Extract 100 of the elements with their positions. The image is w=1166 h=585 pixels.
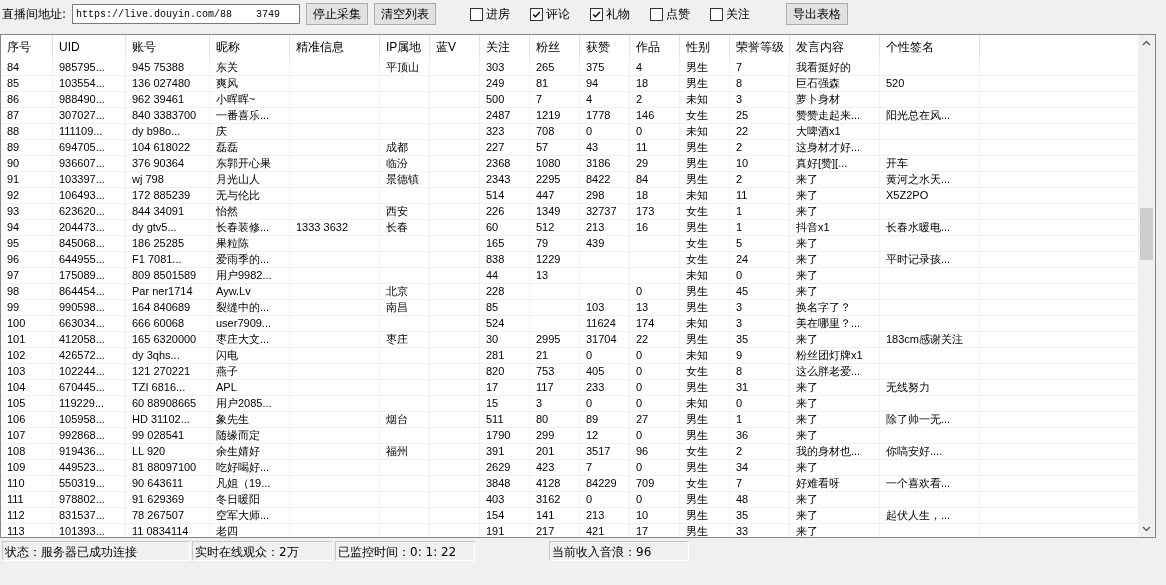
table-cell-text: 庆 xyxy=(215,124,228,139)
toolbar-button[interactable]: 清空列表 xyxy=(374,3,437,25)
table-cell-text: 7 xyxy=(585,460,594,475)
table-cell-text: 女生 xyxy=(685,476,709,491)
table-cell-text: 男生 xyxy=(685,300,709,315)
table-cell-text: 121 270221 xyxy=(131,364,192,379)
table-cell-text: 闪电 xyxy=(215,348,239,363)
table-cell-text: 426572... xyxy=(58,348,106,363)
table-cell-text: 来了 xyxy=(795,172,819,187)
checkbox[interactable] xyxy=(710,7,724,21)
table-cell-text: 141 xyxy=(535,508,556,523)
table-cell-text: 107 xyxy=(6,428,27,443)
column-header[interactable]: 账号 xyxy=(126,35,210,60)
table-cell-text: 623620... xyxy=(58,204,106,219)
table-cell-text: 511 xyxy=(485,412,505,427)
column-header[interactable]: 蓝V xyxy=(430,35,480,60)
checkbox-label: 评论 xyxy=(546,5,571,23)
table-cell-text: 439 xyxy=(585,236,606,251)
toolbar-button[interactable]: 停止采集 xyxy=(306,3,369,25)
table-cell-text: 男生 xyxy=(685,460,709,475)
table-cell-text: 91 629369 xyxy=(131,492,185,507)
table-cell-text: 长春装修... xyxy=(215,220,271,235)
table-cell-text: 2629 xyxy=(485,460,512,475)
table-cell-text: 136 027480 xyxy=(131,76,192,91)
table-cell-text: 709 xyxy=(635,476,656,491)
column-header[interactable]: 发言内容 xyxy=(790,35,880,60)
checkbox[interactable] xyxy=(530,7,544,21)
checkbox[interactable] xyxy=(470,7,484,21)
table-cell-text: 男生 xyxy=(685,428,709,443)
table-cell-text: 1229 xyxy=(535,252,562,267)
table-cell-text: 666 60068 xyxy=(131,316,185,331)
table-cell-text: 2295 xyxy=(535,172,562,187)
table-cell-text: 来了 xyxy=(795,284,819,299)
table-cell-text: 来了 xyxy=(795,508,819,523)
table-cell-text: 福州 xyxy=(385,444,409,459)
table-cell-text: 186 25285 xyxy=(131,236,185,251)
column-header[interactable]: 性别 xyxy=(680,35,730,60)
table-cell-text: 35 xyxy=(735,332,750,347)
column-header[interactable]: 获赞 xyxy=(580,35,630,60)
table-cell-text: 213 xyxy=(585,220,606,235)
table-cell-text: 余生婧好 xyxy=(215,444,261,459)
table-cell-text: 165 6320000 xyxy=(131,332,198,347)
table-cell-text: 萝卜身材 xyxy=(795,92,841,107)
table-cell-text: 31 xyxy=(735,380,750,395)
table-cell-text: 106 xyxy=(6,412,27,427)
table-cell-text: 213 xyxy=(585,508,606,523)
table-cell-text: 35 xyxy=(735,508,750,523)
column-header[interactable]: 序号 xyxy=(1,35,53,60)
table-cell-text: 60 88908665 xyxy=(131,396,198,411)
column-header[interactable]: UID xyxy=(53,35,126,60)
table-cell-text: 男生 xyxy=(685,524,709,537)
column-header[interactable]: 荣誉等级 xyxy=(730,35,790,60)
table-cell-text: 来了 xyxy=(795,524,819,537)
vertical-scrollbar[interactable] xyxy=(1138,35,1155,537)
table-cell-text: 男生 xyxy=(685,412,709,427)
table-cell-text: 1333 3632 xyxy=(295,220,349,235)
scroll-thumb[interactable] xyxy=(1140,208,1153,260)
checkbox[interactable] xyxy=(590,7,604,21)
table-cell-text: 东关 xyxy=(215,60,239,75)
column-header[interactable]: IP属地 xyxy=(380,35,430,60)
table-cell-text: 11624 xyxy=(585,316,617,331)
table-cell-text: 除了帅一无... xyxy=(885,412,952,427)
table-cell-text: 103 xyxy=(585,300,606,315)
table-cell-text: 298 xyxy=(585,188,606,203)
url-field[interactable]: https://live.douyin.com/88 3749 xyxy=(72,4,301,24)
column-header[interactable]: 粉丝 xyxy=(530,35,580,60)
checkbox[interactable] xyxy=(650,7,664,21)
column-header[interactable]: 精准信息 xyxy=(290,35,380,60)
table-cell-text: 500 xyxy=(485,92,506,107)
table-cell-text: 成都 xyxy=(385,140,409,155)
table-cell-text: 102 xyxy=(6,348,27,363)
table-cell-text: 375 xyxy=(585,60,606,75)
table-cell-text: 838 xyxy=(485,252,506,267)
export-button[interactable]: 导出表格 xyxy=(786,3,849,25)
table-cell-text: 无与伦比 xyxy=(215,188,261,203)
table-cell-text: 78 267507 xyxy=(131,508,185,523)
table-cell-text: 随缘而定 xyxy=(215,428,261,443)
table-cell-text: 未知 xyxy=(685,348,709,363)
table-cell-text: 85 xyxy=(6,76,21,91)
table-cell-text: 0 xyxy=(635,284,644,299)
column-header[interactable]: 关注 xyxy=(480,35,530,60)
table-cell-text: 2487 xyxy=(485,108,512,123)
table-cell-text: 249 xyxy=(485,76,506,91)
table-cell-text: 81 88097100 xyxy=(131,460,198,475)
table-cell-text: 48 xyxy=(735,492,750,507)
column-header[interactable]: 作品 xyxy=(630,35,680,60)
table-cell-text: 老四 xyxy=(215,524,239,537)
table-cell-text: 男生 xyxy=(685,76,709,91)
table-cell-text: 25 xyxy=(735,108,750,123)
column-header[interactable]: 昵称 xyxy=(210,35,290,60)
table-cell-text: 来了 xyxy=(795,188,819,203)
table-cell-text: 524 xyxy=(485,316,506,331)
table-cell-text: 起伏人生，... xyxy=(885,508,952,523)
table-cell-text: dy 3qhs... xyxy=(131,348,181,363)
table-cell-text: 果粒陈 xyxy=(215,236,250,251)
table-cell-text: 未知 xyxy=(685,92,709,107)
table-cell-text: 磊磊 xyxy=(215,140,239,155)
table-cell-text: 未知 xyxy=(685,188,709,203)
table-cell-text: 111 xyxy=(6,492,25,507)
column-header[interactable]: 个性签名 xyxy=(880,35,980,60)
